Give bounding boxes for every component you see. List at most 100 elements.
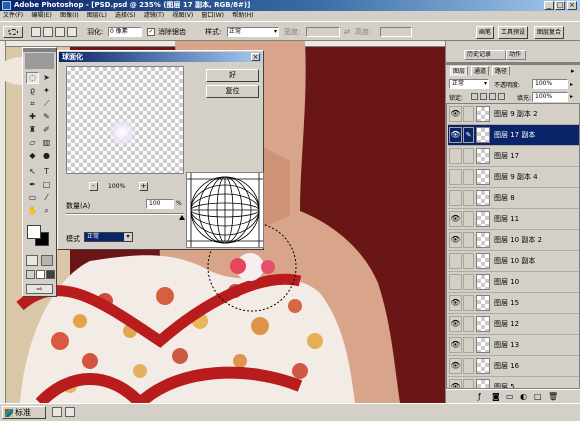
screen-mode-full-icon[interactable] xyxy=(46,270,55,279)
layers-palette-titlebar[interactable] xyxy=(446,62,580,65)
fill-input[interactable]: 100% xyxy=(532,92,568,102)
lasso-tool-icon[interactable]: ϱ xyxy=(26,85,39,97)
layer-row[interactable]: 👁 图层 5 xyxy=(448,377,579,388)
eye-icon[interactable]: 👁 xyxy=(449,232,462,248)
minimize-icon[interactable]: _ xyxy=(544,1,554,10)
swap-icon[interactable]: ⇄ xyxy=(344,28,350,36)
slice-tool-icon[interactable]: ⟋ xyxy=(40,98,53,110)
height-input[interactable] xyxy=(380,27,412,37)
layer-row[interactable]: 👁 图层 10 副本 2 xyxy=(448,230,579,251)
new-selection-icon[interactable] xyxy=(31,27,41,37)
menu-file[interactable]: 文件(F) xyxy=(0,11,26,21)
eye-icon[interactable]: 👁 xyxy=(449,379,462,388)
hand-tool-icon[interactable]: ✋ xyxy=(26,205,39,217)
blend-mode-select[interactable]: 正常 ▾ xyxy=(449,79,489,89)
tab-brushes[interactable]: 画笔 xyxy=(476,26,495,39)
link-slot[interactable] xyxy=(463,253,474,269)
zoom-out-button[interactable]: - xyxy=(89,182,98,191)
foreground-color-swatch[interactable] xyxy=(27,225,41,239)
menu-select[interactable]: 选择(S) xyxy=(112,11,139,21)
tab-history[interactable]: 历史记录 xyxy=(464,50,506,60)
marquee-tool-icon[interactable]: ◌ xyxy=(26,72,39,84)
menu-layer[interactable]: 图层(L) xyxy=(84,11,110,21)
quick-mask-icon[interactable] xyxy=(41,255,53,266)
clone-stamp-tool-icon[interactable]: ♜ xyxy=(26,124,39,136)
link-slot[interactable] xyxy=(463,379,474,388)
layer-row[interactable]: 图层 17 xyxy=(448,146,579,167)
dodge-tool-icon[interactable]: ● xyxy=(40,150,53,162)
standard-mode-icon[interactable] xyxy=(26,255,38,266)
healing-brush-tool-icon[interactable]: ✚ xyxy=(26,111,39,123)
add-selection-icon[interactable] xyxy=(43,27,53,37)
eye-icon[interactable]: 👁 xyxy=(449,358,462,374)
fill-arrow-icon[interactable]: ▸ xyxy=(570,93,573,100)
style-select[interactable]: 正常 ▾ xyxy=(227,27,279,37)
brush-tool-icon[interactable]: ✎ xyxy=(40,111,53,123)
link-slot[interactable] xyxy=(463,148,474,164)
eye-icon[interactable] xyxy=(449,190,462,206)
eyedropper-tool-icon[interactable]: ⁄ xyxy=(40,192,53,204)
tool-preset-picker[interactable] xyxy=(3,26,23,38)
toolbox-titlebar[interactable] xyxy=(23,48,56,52)
menu-view[interactable]: 视图(V) xyxy=(169,11,196,21)
imageready-icon[interactable]: ⇨ xyxy=(26,284,53,294)
tab-layer-comps[interactable]: 图层复合 xyxy=(534,26,565,39)
menu-window[interactable]: 窗口(W) xyxy=(198,11,227,21)
layer-row[interactable]: 图层 10 副本 xyxy=(448,251,579,272)
zoom-tool-icon[interactable]: ⌕ xyxy=(40,205,53,217)
adjustment-layer-icon[interactable]: ◐ xyxy=(520,392,527,401)
blur-tool-icon[interactable]: ◆ xyxy=(26,150,39,162)
lock-transparency-icon[interactable] xyxy=(471,93,478,100)
taskbar-icon-2[interactable] xyxy=(65,407,75,417)
mode-select[interactable]: 正常 ▾ xyxy=(84,232,133,242)
layer-row[interactable]: 图层 9 副本 4 xyxy=(448,167,579,188)
link-slot[interactable] xyxy=(463,295,474,311)
taskbar-icon-1[interactable] xyxy=(52,407,62,417)
layer-mask-icon[interactable]: ◙ xyxy=(492,392,500,401)
tab-tool-presets[interactable]: 工具预设 xyxy=(498,26,529,39)
palette-menu-icon[interactable]: ▸ xyxy=(571,67,575,75)
tab-channels[interactable]: 通道 xyxy=(471,66,490,76)
crop-tool-icon[interactable]: ⌗ xyxy=(26,98,39,110)
screen-mode-standard-icon[interactable] xyxy=(26,270,35,279)
pen-tool-icon[interactable]: ✒ xyxy=(26,179,39,191)
link-slot[interactable] xyxy=(463,190,474,206)
eye-icon[interactable] xyxy=(449,274,462,290)
eye-icon[interactable]: 👁 xyxy=(449,211,462,227)
opacity-arrow-icon[interactable]: ▸ xyxy=(570,81,573,88)
dialog-close-icon[interactable]: × xyxy=(251,53,260,61)
link-slot[interactable] xyxy=(463,337,474,353)
layer-style-icon[interactable]: ƒ xyxy=(478,392,481,401)
new-set-icon[interactable]: ▭ xyxy=(506,392,514,401)
maximize-icon[interactable]: □ xyxy=(555,1,565,10)
type-tool-icon[interactable]: T xyxy=(40,166,53,178)
layer-row[interactable]: 图层 10 xyxy=(448,272,579,293)
layer-row[interactable]: 👁 图层 13 xyxy=(448,335,579,356)
reset-button[interactable]: 复位 xyxy=(206,85,259,98)
lock-pixels-icon[interactable] xyxy=(480,93,487,100)
eye-icon[interactable]: 👁 xyxy=(449,295,462,311)
menu-help[interactable]: 帮助(H) xyxy=(229,11,256,21)
new-layer-icon[interactable]: □ xyxy=(534,392,542,401)
link-slot[interactable] xyxy=(463,106,474,122)
eye-icon[interactable]: 👁 xyxy=(449,127,462,143)
tab-actions[interactable]: 动作 xyxy=(506,50,526,60)
gradient-tool-icon[interactable]: ▥ xyxy=(40,137,53,149)
amount-slider-handle[interactable] xyxy=(179,215,185,220)
antialias-checkbox[interactable]: ✓ xyxy=(147,28,155,36)
menu-filter[interactable]: 滤镜(T) xyxy=(141,11,167,21)
menu-edit[interactable]: 编辑(E) xyxy=(28,11,54,21)
move-tool-icon[interactable]: ➤ xyxy=(40,72,53,84)
layer-row[interactable]: 👁 图层 15 xyxy=(448,293,579,314)
layer-row[interactable]: 👁 图层 11 xyxy=(448,209,579,230)
tab-layers[interactable]: 图层 xyxy=(450,66,469,76)
eye-icon[interactable] xyxy=(449,148,462,164)
eye-icon[interactable]: 👁 xyxy=(449,337,462,353)
lock-position-icon[interactable] xyxy=(489,93,496,100)
feather-input[interactable]: 0 像素 xyxy=(108,27,142,37)
magic-wand-tool-icon[interactable]: ✦ xyxy=(40,85,53,97)
link-slot[interactable] xyxy=(463,316,474,332)
eye-icon[interactable]: 👁 xyxy=(449,106,462,122)
intersect-selection-icon[interactable] xyxy=(67,27,77,37)
link-slot[interactable] xyxy=(463,232,474,248)
